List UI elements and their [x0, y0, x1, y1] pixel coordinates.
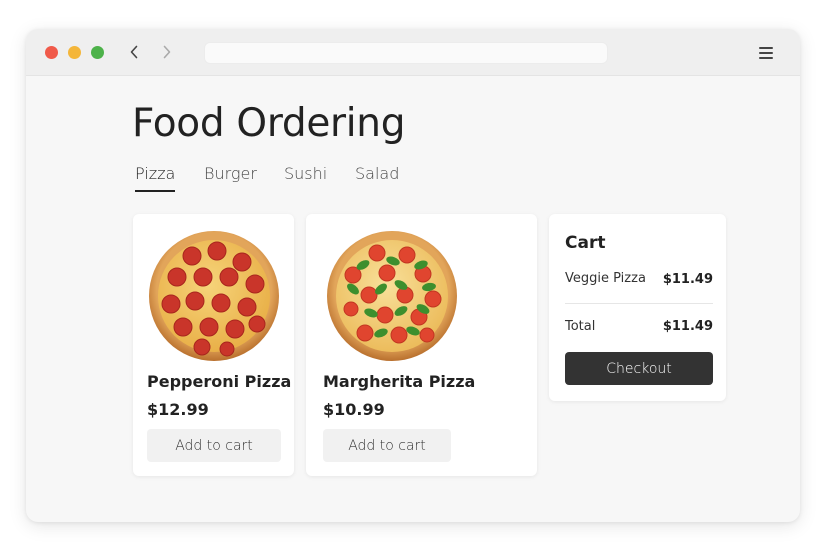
- cart-item-price: $11.49: [662, 272, 713, 287]
- margherita-pizza-image: [327, 231, 457, 361]
- tab-burger[interactable]: Burger: [204, 164, 257, 183]
- tab-salad[interactable]: Salad: [355, 164, 399, 183]
- pepperoni-pizza-image: [149, 231, 279, 361]
- chevron-left-icon: [130, 45, 138, 59]
- back-button[interactable]: [125, 43, 143, 61]
- address-bar[interactable]: [204, 42, 608, 64]
- close-window-button[interactable]: [45, 46, 58, 59]
- total-label: Total: [565, 319, 596, 334]
- total-value: $11.49: [662, 319, 713, 334]
- hamburger-menu-icon[interactable]: [757, 44, 775, 62]
- cart-title: Cart: [565, 233, 606, 253]
- cart-item-name: Veggie Pizza: [565, 271, 646, 286]
- product-name: Pepperoni Pizza: [147, 372, 292, 391]
- add-to-cart-button[interactable]: Add to cart: [147, 429, 281, 462]
- divider: [565, 303, 713, 304]
- product-price: $12.99: [147, 400, 209, 419]
- tab-pizza[interactable]: Pizza: [135, 164, 176, 192]
- product-card: Margherita Pizza $10.99 Add to cart: [306, 214, 537, 476]
- page-title: Food Ordering: [132, 101, 406, 146]
- add-to-cart-button[interactable]: Add to cart: [323, 429, 451, 462]
- product-price: $10.99: [323, 400, 385, 419]
- chevron-right-icon: [163, 45, 171, 59]
- maximize-window-button[interactable]: [91, 46, 104, 59]
- browser-window: Food Ordering Pizza Burger Sushi Salad P…: [26, 29, 800, 522]
- product-card: Pepperoni Pizza $12.99 Add to cart: [133, 214, 294, 476]
- title-bar: [26, 29, 800, 76]
- checkout-button[interactable]: Checkout: [565, 352, 713, 385]
- tab-sushi[interactable]: Sushi: [284, 164, 327, 183]
- minimize-window-button[interactable]: [68, 46, 81, 59]
- cart-panel: Cart Veggie Pizza $11.49 Total $11.49 Ch…: [549, 214, 726, 401]
- forward-button[interactable]: [158, 43, 176, 61]
- product-name: Margherita Pizza: [323, 372, 476, 391]
